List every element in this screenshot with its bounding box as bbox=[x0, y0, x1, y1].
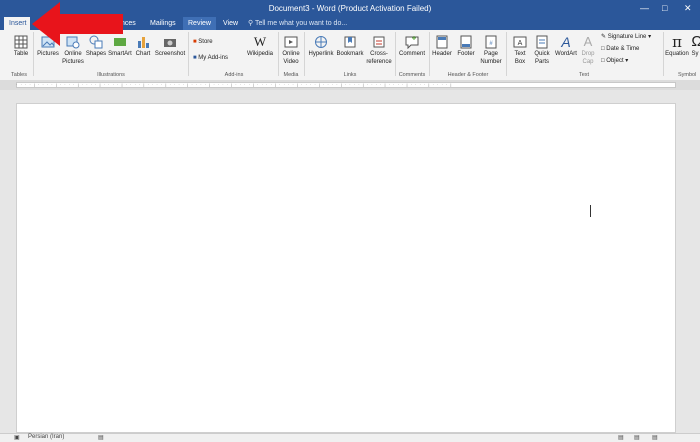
header-button[interactable]: Header bbox=[431, 33, 453, 58]
drop-cap-button[interactable]: A Drop Cap bbox=[579, 33, 597, 66]
symbol-button[interactable]: Ω Sy bbox=[690, 33, 700, 58]
group-label-symbols: Symbol bbox=[678, 72, 697, 78]
wordart-icon: A bbox=[561, 34, 571, 50]
drop-cap-icon: A bbox=[583, 34, 593, 49]
tab-insert[interactable]: Insert bbox=[4, 17, 30, 30]
store-icon: ■ bbox=[193, 39, 197, 45]
divider bbox=[188, 32, 189, 76]
lightbulb-icon: ⚲ bbox=[248, 20, 254, 27]
video-icon bbox=[284, 36, 298, 48]
macro-icon[interactable]: ▤ bbox=[98, 434, 104, 441]
red-arrow-icon bbox=[32, 2, 123, 46]
document-page[interactable] bbox=[16, 103, 676, 433]
calendar-icon: □ bbox=[601, 46, 605, 52]
signature-icon: ✎ bbox=[601, 34, 607, 40]
online-video-button[interactable]: Online Video bbox=[280, 33, 302, 66]
horizontal-ruler[interactable]: · · · · | · · · · | · · · · | · · · · | … bbox=[0, 80, 700, 90]
group-label-text: Text bbox=[578, 72, 590, 78]
equation-button[interactable]: π Equation bbox=[664, 33, 690, 58]
cross-reference-icon bbox=[373, 36, 385, 48]
maximize-icon[interactable]: □ bbox=[662, 3, 667, 13]
tell-me-input[interactable]: ⚲ Tell me what you want to do... bbox=[248, 17, 347, 30]
close-icon[interactable]: ✕ bbox=[684, 3, 692, 14]
chart-icon bbox=[138, 37, 149, 48]
hyperlink-button[interactable]: Hyperlink bbox=[306, 33, 336, 58]
group-label-media: Media bbox=[283, 72, 299, 78]
object-button[interactable]: □ Object ▾ bbox=[601, 57, 628, 66]
screenshot-button[interactable]: Screenshot bbox=[153, 33, 187, 58]
page-number-button[interactable]: # Page Number bbox=[478, 33, 504, 66]
divider bbox=[506, 32, 507, 76]
tab-review[interactable]: Review bbox=[183, 17, 216, 30]
omega-icon: Ω bbox=[691, 33, 700, 50]
tab-mailings[interactable]: Mailings bbox=[145, 17, 181, 30]
table-icon bbox=[14, 35, 28, 49]
ruler-ticks: · · · · | · · · · | · · · · | · · · · | … bbox=[16, 82, 453, 87]
comment-button[interactable]: Comment bbox=[397, 33, 427, 58]
tab-view[interactable]: View bbox=[218, 17, 243, 30]
web-layout-icon[interactable]: ▤ bbox=[652, 434, 658, 441]
proofing-icon[interactable]: ▣ bbox=[14, 434, 20, 441]
addins-icon: ■ bbox=[193, 55, 197, 61]
minimize-icon[interactable]: — bbox=[640, 3, 649, 13]
group-label-header-footer: Header & Footer bbox=[447, 72, 489, 78]
store-button[interactable]: ■ Store bbox=[193, 38, 213, 47]
date-time-button[interactable]: □ Date & Time bbox=[601, 45, 639, 54]
page-number-icon: # bbox=[485, 35, 497, 49]
print-layout-icon[interactable]: ▤ bbox=[634, 434, 640, 441]
group-label-comments: Comments bbox=[398, 72, 426, 78]
group-label-links: Links bbox=[343, 72, 357, 78]
wikipedia-button[interactable]: W Wikipedia bbox=[244, 33, 276, 58]
bookmark-icon bbox=[344, 36, 356, 48]
text-box-icon: A bbox=[513, 36, 527, 48]
table-button[interactable]: Table bbox=[10, 33, 32, 58]
bookmark-button[interactable]: Bookmark bbox=[335, 33, 365, 58]
svg-text:A: A bbox=[518, 40, 523, 47]
footer-icon bbox=[460, 35, 472, 49]
group-label-illustrations: Illustrations bbox=[97, 72, 125, 78]
divider bbox=[429, 32, 430, 76]
divider bbox=[395, 32, 396, 76]
group-label-tables: Tables bbox=[11, 72, 27, 78]
divider bbox=[304, 32, 305, 76]
my-addins-button[interactable]: ■ My Add-ins bbox=[193, 54, 228, 63]
wordart-button[interactable]: A WordArt bbox=[553, 33, 579, 58]
quick-parts-icon bbox=[536, 35, 548, 49]
text-box-button[interactable]: A Text Box bbox=[509, 33, 531, 66]
wikipedia-icon: W bbox=[253, 34, 267, 49]
group-label-addins: Add-ins bbox=[224, 72, 244, 78]
divider bbox=[278, 32, 279, 76]
text-cursor bbox=[590, 205, 591, 217]
comment-icon bbox=[405, 36, 419, 49]
signature-line-button[interactable]: ✎ Signature Line ▾ bbox=[601, 33, 651, 42]
chart-button[interactable]: Chart bbox=[133, 33, 153, 58]
language-status[interactable]: Persian (Iran) bbox=[28, 434, 64, 440]
cross-reference-button[interactable]: Cross- reference bbox=[364, 33, 394, 66]
camera-icon bbox=[164, 39, 176, 47]
pi-icon: π bbox=[672, 33, 682, 51]
header-icon bbox=[436, 35, 448, 49]
quick-parts-button[interactable]: Quick Parts bbox=[531, 33, 553, 66]
object-icon: □ bbox=[601, 58, 605, 64]
footer-button[interactable]: Footer bbox=[455, 33, 477, 58]
globe-link-icon bbox=[315, 36, 327, 48]
tell-me-placeholder: Tell me what you want to do... bbox=[254, 20, 348, 27]
read-mode-icon[interactable]: ▤ bbox=[618, 434, 624, 441]
